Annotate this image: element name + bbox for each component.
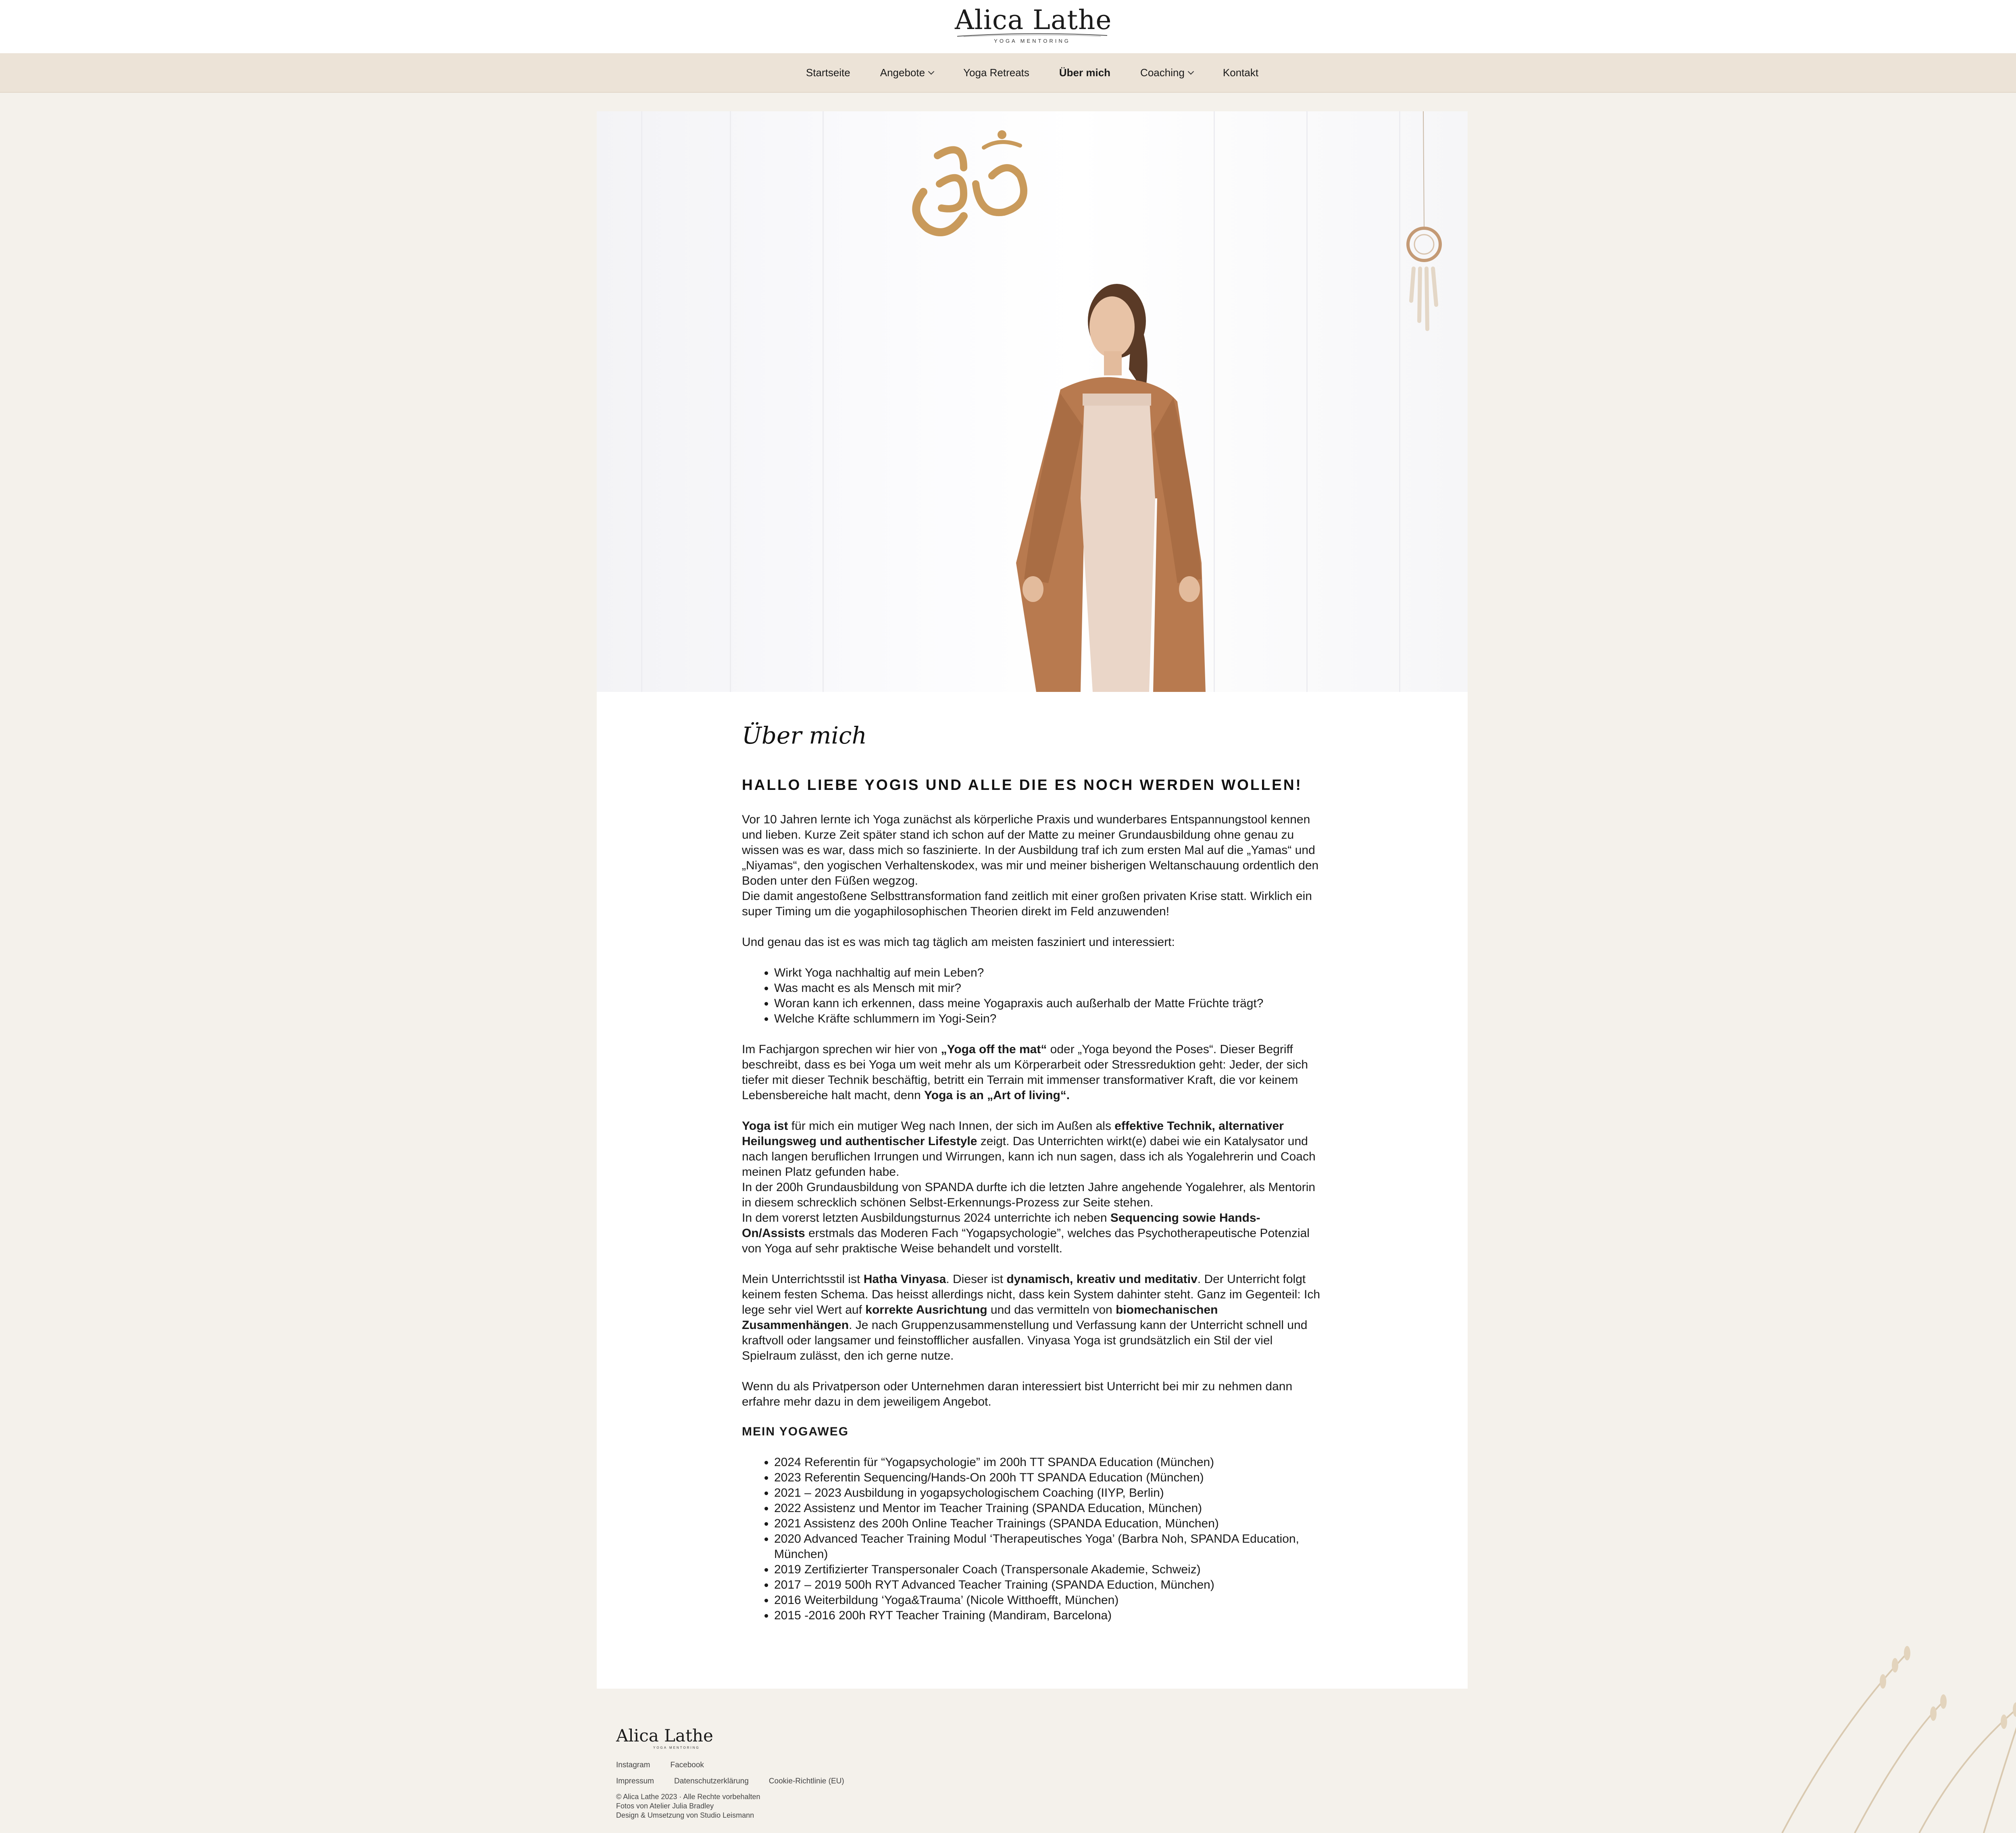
nav-item-kontakt[interactable]: Kontakt (1223, 67, 1258, 79)
bold-text: Hatha Vinyasa (863, 1273, 946, 1286)
instagram-link[interactable]: Instagram (616, 1761, 650, 1770)
nav-item-yoga-retreats[interactable]: Yoga Retreats (963, 67, 1029, 79)
nav-item-startseite[interactable]: Startseite (806, 67, 850, 79)
yoga-ist-paragraph: Yoga ist für mich ein mutiger Weg nach I… (742, 1119, 1322, 1256)
logo-subtitle: YOGA MENTORING (994, 38, 1070, 44)
list-item: Welche Kräfte schlummern im Yogi-Sein? (774, 1011, 1322, 1027)
chevron-down-icon (1187, 68, 1194, 75)
yoga-off-the-mat-paragraph: Im Fachjargon sprechen wir hier von „Yog… (742, 1042, 1322, 1103)
intro-paragraph: Vor 10 Jahren lernte ich Yoga zunächst a… (742, 812, 1322, 919)
teaching-style-paragraph: Mein Unterrichtsstil ist Hatha Vinyasa. … (742, 1272, 1322, 1364)
nav-label: Über mich (1059, 66, 1111, 79)
footer-logo-subtitle: YOGA MENTORING (653, 1746, 700, 1750)
portrait-figure (1016, 284, 1206, 692)
nav-label: Startseite (806, 66, 850, 79)
yogaweg-heading: MEIN YOGAWEG (742, 1425, 849, 1438)
list-item: 2019 Zertifizierter Transpersonaler Coac… (774, 1562, 1322, 1577)
main-nav: Startseite Angebote Yoga Retreats Über m… (0, 53, 2016, 93)
text-span: für mich ein mutiger Weg nach Innen, der… (788, 1119, 1115, 1133)
main-card: Über mich HALLO LIEBE YOGIS UND ALLE DIE… (597, 111, 1468, 1689)
bold-text: Yoga is an „Art of living“. (924, 1089, 1070, 1102)
yogaweg-list: 2024 Referentin für “Yogapsychologie” im… (742, 1455, 1322, 1623)
cookie-link[interactable]: Cookie-Richtlinie (EU) (769, 1777, 844, 1786)
nav-item-ueber-mich[interactable]: Über mich (1059, 67, 1110, 79)
question-intro: Und genau das ist es was mich tag täglic… (742, 935, 1175, 949)
nav-label: Yoga Retreats (963, 66, 1029, 79)
list-item: 2021 Assistenz des 200h Online Teacher T… (774, 1516, 1322, 1531)
design-credit: Design & Umsetzung von Studio Leismann (616, 1811, 754, 1819)
logo-name: Alica Lathe (955, 4, 1112, 35)
footer-credits: © Alica Lathe 2023 · Alle Rechte vorbeha… (616, 1792, 979, 1820)
page-title: Über mich (742, 722, 867, 749)
facebook-link[interactable]: Facebook (670, 1761, 704, 1770)
offer-paragraph: Wenn du als Privatperson oder Unternehme… (742, 1380, 1293, 1408)
content-area: Über mich HALLO LIEBE YOGIS UND ALLE DIE… (742, 720, 1322, 1639)
list-item: 2024 Referentin für “Yogapsychologie” im… (774, 1455, 1322, 1470)
dreamcatcher-icon (1406, 111, 1442, 331)
site-footer: Alica Lathe YOGA MENTORING Instagram Fac… (616, 1727, 979, 1820)
nav-label: Coaching (1140, 66, 1185, 79)
footer-social-links: Instagram Facebook (616, 1761, 979, 1770)
list-item: 2015 -2016 200h RYT Teacher Training (Ma… (774, 1608, 1322, 1623)
footer-legal-links: Impressum Datenschutzerklärung Cookie-Ri… (616, 1777, 979, 1786)
text-span: Im Fachjargon sprechen wir hier von (742, 1043, 941, 1056)
list-item: 2023 Referentin Sequencing/Hands-On 200h… (774, 1470, 1322, 1485)
nav-item-coaching[interactable]: Coaching (1140, 66, 1194, 79)
site-logo[interactable]: Alica Lathe YOGA MENTORING (955, 4, 1112, 44)
list-item: 2020 Advanced Teacher Training Modul ‘Th… (774, 1531, 1322, 1562)
text-span: und das vermitteln von (987, 1303, 1116, 1316)
impressum-link[interactable]: Impressum (616, 1777, 654, 1786)
list-item: Was macht es als Mensch mit mir? (774, 981, 1322, 996)
text-span: erstmals das Moderen Fach “Yogapsycholog… (742, 1227, 1310, 1255)
nav-label: Angebote (880, 66, 925, 79)
intro-text-2: Die damit angestoßene Selbsttransformati… (742, 889, 1312, 918)
nav-label: Kontakt (1223, 66, 1259, 79)
question-list: Wirkt Yoga nachhaltig auf mein Leben? Wa… (742, 965, 1322, 1027)
dried-grass-decoration (1781, 1646, 2016, 1833)
intro-text: Vor 10 Jahren lernte ich Yoga zunächst a… (742, 813, 1319, 887)
lead-heading: HALLO LIEBE YOGIS UND ALLE DIE ES NOCH W… (742, 777, 1302, 793)
bold-text: korrekte Ausrichtung (865, 1303, 987, 1316)
photo-credit: Fotos von Atelier Julia Bradley (616, 1802, 714, 1810)
footer-logo[interactable]: Alica Lathe (616, 1727, 979, 1745)
nav-item-angebote[interactable]: Angebote (880, 66, 935, 79)
list-item: 2021 – 2023 Ausbildung in yogapsychologi… (774, 1485, 1322, 1501)
text-span: In dem vorerst letzten Ausbildungsturnus… (742, 1211, 1110, 1225)
om-symbol-icon (912, 130, 1027, 236)
text-span: Mein Unterrichtsstil ist (742, 1273, 864, 1286)
bold-text: dynamisch, kreativ und meditativ (1006, 1273, 1198, 1286)
bold-text: Yoga ist (742, 1119, 788, 1133)
chevron-down-icon (928, 68, 935, 75)
list-item: 2017 – 2019 500h RYT Advanced Teacher Tr… (774, 1577, 1322, 1593)
site-header: Alica Lathe YOGA MENTORING (0, 0, 2016, 53)
hero-photo (597, 111, 1468, 692)
bold-text: „Yoga off the mat“ (941, 1043, 1047, 1056)
text-span: In der 200h Grundausbildung von SPANDA d… (742, 1181, 1316, 1209)
list-item: Wirkt Yoga nachhaltig auf mein Leben? (774, 965, 1322, 981)
list-item: Woran kann ich erkennen, dass meine Yoga… (774, 996, 1322, 1011)
copyright-text: © Alica Lathe 2023 · Alle Rechte vorbeha… (616, 1793, 760, 1801)
datenschutz-link[interactable]: Datenschutzerklärung (674, 1777, 749, 1786)
text-span: . Dieser ist (946, 1273, 1007, 1286)
list-item: 2016 Weiterbildung ‘Yoga&Trauma’ (Nicole… (774, 1593, 1322, 1608)
list-item: 2022 Assistenz und Mentor im Teacher Tra… (774, 1501, 1322, 1516)
